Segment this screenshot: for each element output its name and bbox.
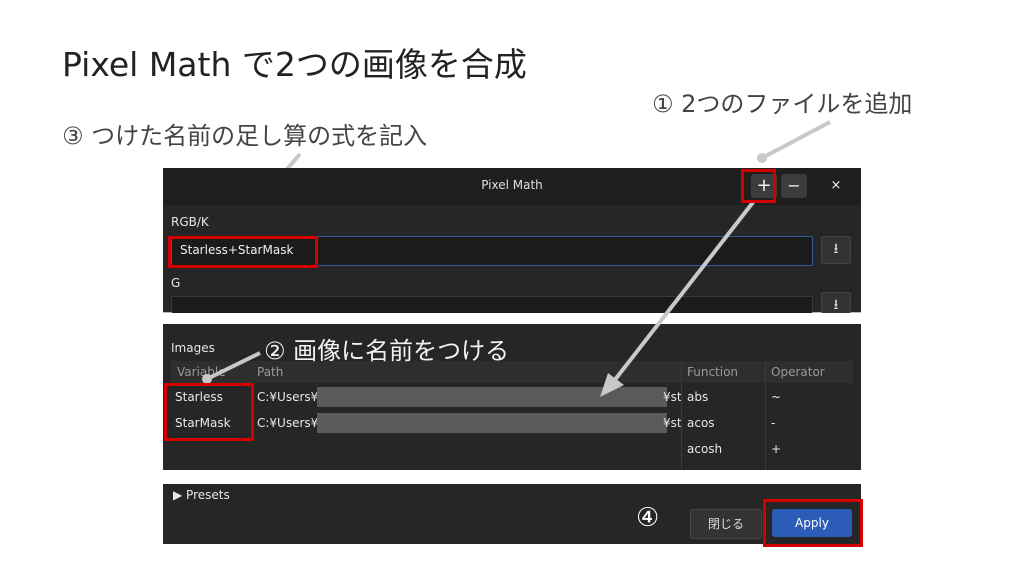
operator-item[interactable]: + (771, 442, 781, 456)
function-item[interactable]: acos (687, 416, 715, 430)
image-path-end: ¥sta (663, 416, 681, 430)
operator-item[interactable]: - (771, 416, 775, 430)
operator-item[interactable]: ~ (771, 390, 781, 404)
highlight-apply (763, 499, 863, 547)
presets-toggle[interactable]: ▶ Presets (173, 488, 230, 502)
redacted-path-bar (317, 413, 667, 433)
note-name-images: ② 画像に名前をつける (264, 337, 510, 365)
pointer-line-add (761, 120, 831, 160)
annotation-arrow-files (600, 199, 756, 397)
note-step-four: ④ (636, 503, 660, 533)
highlight-add-button (741, 169, 776, 203)
operator-column-header[interactable]: Operator (771, 365, 825, 379)
close-window-button[interactable]: × (823, 174, 849, 198)
close-button[interactable]: 閉じる (690, 509, 762, 539)
rgbk-download-icon[interactable]: ⭳ (821, 236, 851, 264)
rgbk-label: RGB/K (171, 215, 209, 229)
pointer-dot-add (757, 153, 767, 163)
function-item[interactable]: acosh (687, 442, 722, 456)
image-path-start: C:¥Users¥ (257, 416, 319, 430)
remove-image-button[interactable]: − (781, 174, 807, 198)
highlight-expression (168, 236, 318, 268)
g-download-icon[interactable]: ⭳ (821, 292, 851, 313)
highlight-variables (164, 383, 254, 441)
footer-panel: ▶ Presets 閉じる Apply (163, 484, 861, 544)
g-label: G (171, 276, 181, 290)
image-path-start: C:¥Users¥ (257, 390, 319, 404)
